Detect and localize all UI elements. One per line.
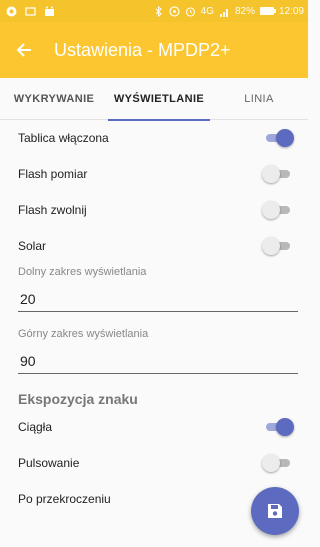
setting-flash-zwolnij: Flash zwolnij [18, 200, 298, 220]
page-title: Ustawienia - MPDP2+ [54, 39, 231, 60]
dolny-zakres-label: Dolny zakres wyświetlania [18, 266, 147, 278]
battery-icon [259, 7, 276, 15]
back-button[interactable] [0, 22, 48, 78]
tab-linia[interactable]: LINIA [210, 78, 308, 120]
image-notification-icon [25, 6, 36, 17]
gorny-zakres-input[interactable]: 90 [18, 348, 298, 374]
dolny-zakres-input[interactable]: 20 [18, 286, 298, 312]
signal-icon [219, 6, 230, 17]
clock: 12:09 [278, 5, 304, 17]
bluetooth-icon [153, 5, 164, 17]
tab-wykrywanie[interactable]: WYKRYWANIE [0, 78, 108, 120]
ciagla-switch[interactable] [264, 417, 294, 437]
tablica-switch[interactable] [264, 128, 294, 148]
app-notification-icon [6, 6, 17, 17]
solar-switch[interactable] [262, 236, 292, 256]
setting-flash-pomiar: Flash pomiar [18, 164, 298, 184]
section-ekspozycja-title: Ekspozycja znaku [18, 391, 138, 407]
status-left-icons [6, 6, 55, 17]
do-not-disturb-icon [169, 5, 180, 17]
tab-wyswietlanie[interactable]: WYŚWIETLANIE [108, 78, 210, 121]
setting-label: Solar [18, 239, 47, 253]
flash-pomiar-switch[interactable] [262, 164, 292, 184]
setting-label: Tablica włączona [18, 131, 109, 145]
setting-label: Pulsowanie [18, 456, 80, 470]
network-type: 4G [200, 5, 214, 17]
battery-percent: 82% [234, 5, 255, 17]
setting-label: Flash pomiar [18, 167, 88, 181]
save-fab-button[interactable] [251, 487, 299, 535]
status-bar: 4G 82% 12:09 [0, 0, 308, 22]
save-icon [268, 504, 282, 518]
setting-pulsowanie: Pulsowanie [18, 453, 298, 473]
setting-label: Flash zwolnij [18, 203, 87, 217]
setting-label: Po przekroczeniu [18, 492, 111, 506]
setting-ciagla: Ciągła [18, 417, 298, 437]
pulsowanie-switch[interactable] [262, 453, 292, 473]
alarm-icon [185, 6, 196, 17]
android-debug-icon [44, 6, 55, 17]
setting-solar: Solar [18, 236, 298, 256]
tab-bar: WYKRYWANIE WYŚWIETLANIE LINIA [0, 78, 308, 121]
app-bar: Ustawienia - MPDP2+ [0, 22, 308, 78]
status-right-icons: 4G 82% 12:09 [153, 5, 304, 17]
arrow-back-icon [16, 43, 31, 57]
setting-tablica: Tablica włączona [18, 128, 298, 148]
setting-label: Ciągła [18, 420, 53, 434]
gorny-zakres-label: Górny zakres wyświetlania [18, 328, 149, 340]
flash-zwolnij-switch[interactable] [262, 200, 292, 220]
